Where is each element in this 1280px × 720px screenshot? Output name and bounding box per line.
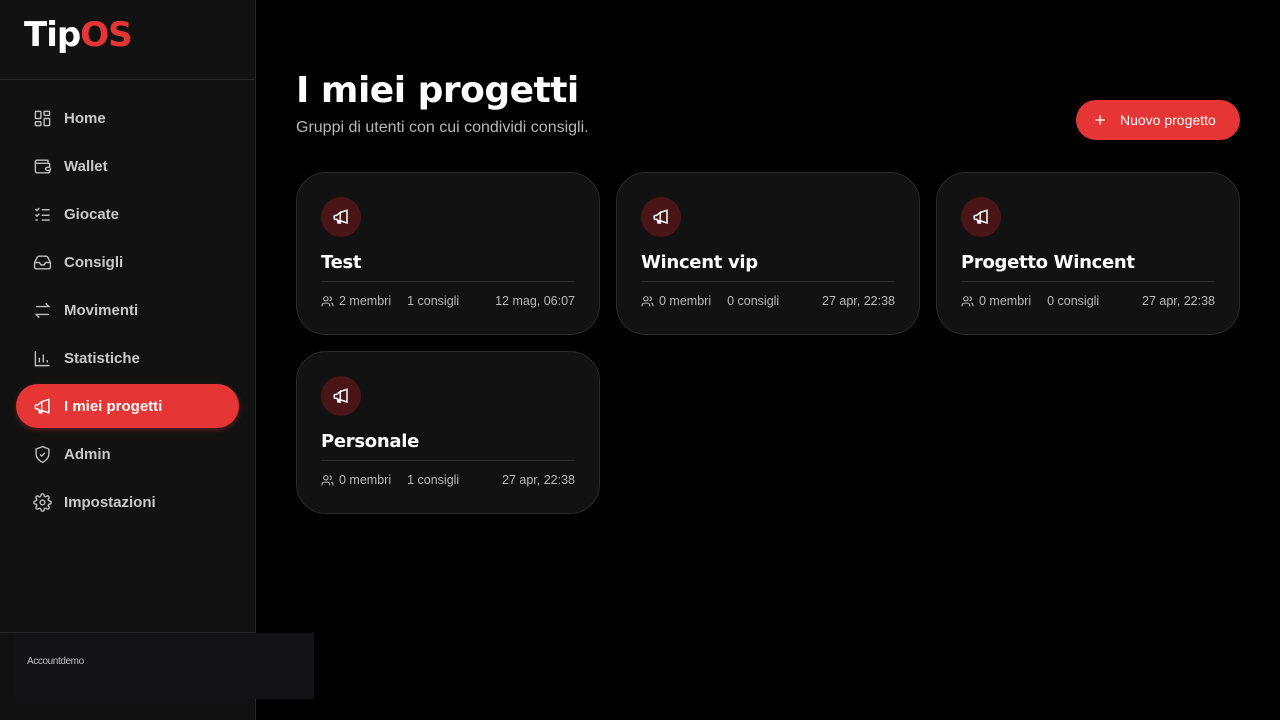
- logo-text-tip: Tip: [24, 15, 81, 55]
- project-meta: 2 membri 1 consigli 12 mag, 06:07: [321, 294, 575, 308]
- project-name: Test: [321, 252, 362, 273]
- megaphone-icon: [321, 197, 361, 237]
- sidebar-item-wallet[interactable]: Wallet: [16, 144, 239, 188]
- project-date: 27 apr, 22:38: [822, 294, 895, 308]
- sidebar-item-admin[interactable]: Admin: [16, 432, 239, 476]
- project-members: 0 membri: [321, 473, 391, 487]
- members-count: 2 membri: [339, 294, 392, 308]
- account-switcher[interactable]: Accountdemo: [15, 633, 314, 699]
- users-icon: [641, 295, 654, 306]
- members-count: 0 membri: [339, 473, 392, 487]
- sidebar-item-movimenti[interactable]: Movimenti: [16, 288, 239, 332]
- project-meta: 0 membri 0 consigli 27 apr, 22:38: [961, 294, 1215, 308]
- account-label: Accountdemo: [27, 656, 84, 667]
- sidebar-item-label: Consigli: [64, 253, 124, 271]
- plus-icon: [1092, 112, 1108, 128]
- megaphone-icon: [641, 197, 681, 237]
- sidebar-item-impostazioni[interactable]: Impostazioni: [16, 480, 239, 524]
- sidebar-item-i-miei-progetti[interactable]: I miei progetti: [16, 384, 239, 428]
- project-members: 2 membri: [321, 294, 391, 308]
- sidebar-item-label: Impostazioni: [64, 493, 156, 511]
- card-divider: [641, 281, 895, 282]
- grid-icon: [32, 108, 52, 128]
- transfer-arrows-icon: [32, 300, 52, 320]
- project-card[interactable]: Progetto Wincent 0 membri 0 consigli 27 …: [936, 172, 1240, 335]
- project-name: Personale: [321, 431, 419, 452]
- project-members: 0 membri: [961, 294, 1031, 308]
- sidebar-item-label: Home: [64, 109, 106, 127]
- project-date: 27 apr, 22:38: [502, 473, 575, 487]
- project-card[interactable]: Wincent vip 0 membri 0 consigli 27 apr, …: [616, 172, 920, 335]
- users-icon: [961, 295, 974, 306]
- tips-count: 0 consigli: [727, 294, 780, 308]
- members-count: 0 membri: [979, 294, 1032, 308]
- checklist-icon: [32, 204, 52, 224]
- card-divider: [961, 281, 1215, 282]
- megaphone-icon: [961, 197, 1001, 237]
- sidebar-item-label: Giocate: [64, 205, 120, 223]
- users-icon: [321, 474, 334, 485]
- card-divider: [321, 460, 575, 461]
- sidebar-item-label: I miei progetti: [64, 397, 163, 415]
- sidebar-nav: Home Wallet Giocate Consigli Movimenti S…: [0, 80, 255, 524]
- tips-count: 0 consigli: [1047, 294, 1100, 308]
- project-meta: 0 membri 0 consigli 27 apr, 22:38: [641, 294, 895, 308]
- project-date: 27 apr, 22:38: [1142, 294, 1215, 308]
- logo-text-os: OS: [80, 15, 132, 55]
- sidebar-item-label: Admin: [64, 445, 111, 463]
- sidebar-item-giocate[interactable]: Giocate: [16, 192, 239, 236]
- new-project-button[interactable]: Nuovo progetto: [1076, 100, 1240, 140]
- project-card[interactable]: Personale 0 membri 1 consigli 27 apr, 22…: [296, 351, 600, 514]
- page-subtitle: Gruppi di utenti con cui condividi consi…: [296, 119, 589, 136]
- project-name: Wincent vip: [641, 252, 758, 273]
- tips-count: 1 consigli: [407, 294, 460, 308]
- project-date: 12 mag, 06:07: [495, 294, 575, 308]
- shield-check-icon: [32, 444, 52, 464]
- sidebar-item-label: Wallet: [64, 157, 108, 175]
- project-members: 0 membri: [641, 294, 711, 308]
- card-divider: [321, 281, 575, 282]
- project-card[interactable]: Test 2 membri 1 consigli 12 mag, 06:07: [296, 172, 600, 335]
- wallet-icon: [32, 156, 52, 176]
- sidebar-item-label: Movimenti: [64, 301, 139, 319]
- megaphone-icon: [32, 396, 52, 416]
- members-count: 0 membri: [659, 294, 712, 308]
- sidebar-item-consigli[interactable]: Consigli: [16, 240, 239, 284]
- users-icon: [321, 295, 334, 306]
- sidebar-item-home[interactable]: Home: [16, 96, 239, 140]
- megaphone-icon: [321, 376, 361, 416]
- page-title: I miei progetti: [296, 70, 579, 111]
- tips-count: 1 consigli: [407, 473, 460, 487]
- project-meta: 0 membri 1 consigli 27 apr, 22:38: [321, 473, 575, 487]
- bar-chart-icon: [32, 348, 52, 368]
- inbox-icon: [32, 252, 52, 272]
- sidebar-item-statistiche[interactable]: Statistiche: [16, 336, 239, 380]
- gear-icon: [32, 492, 52, 512]
- project-name: Progetto Wincent: [961, 252, 1135, 273]
- sidebar: TipOS Home Wallet Giocate Consigli Movim…: [0, 0, 256, 720]
- sidebar-item-label: Statistiche: [64, 349, 140, 367]
- app-logo[interactable]: TipOS: [0, 0, 255, 80]
- new-project-label: Nuovo progetto: [1120, 112, 1216, 128]
